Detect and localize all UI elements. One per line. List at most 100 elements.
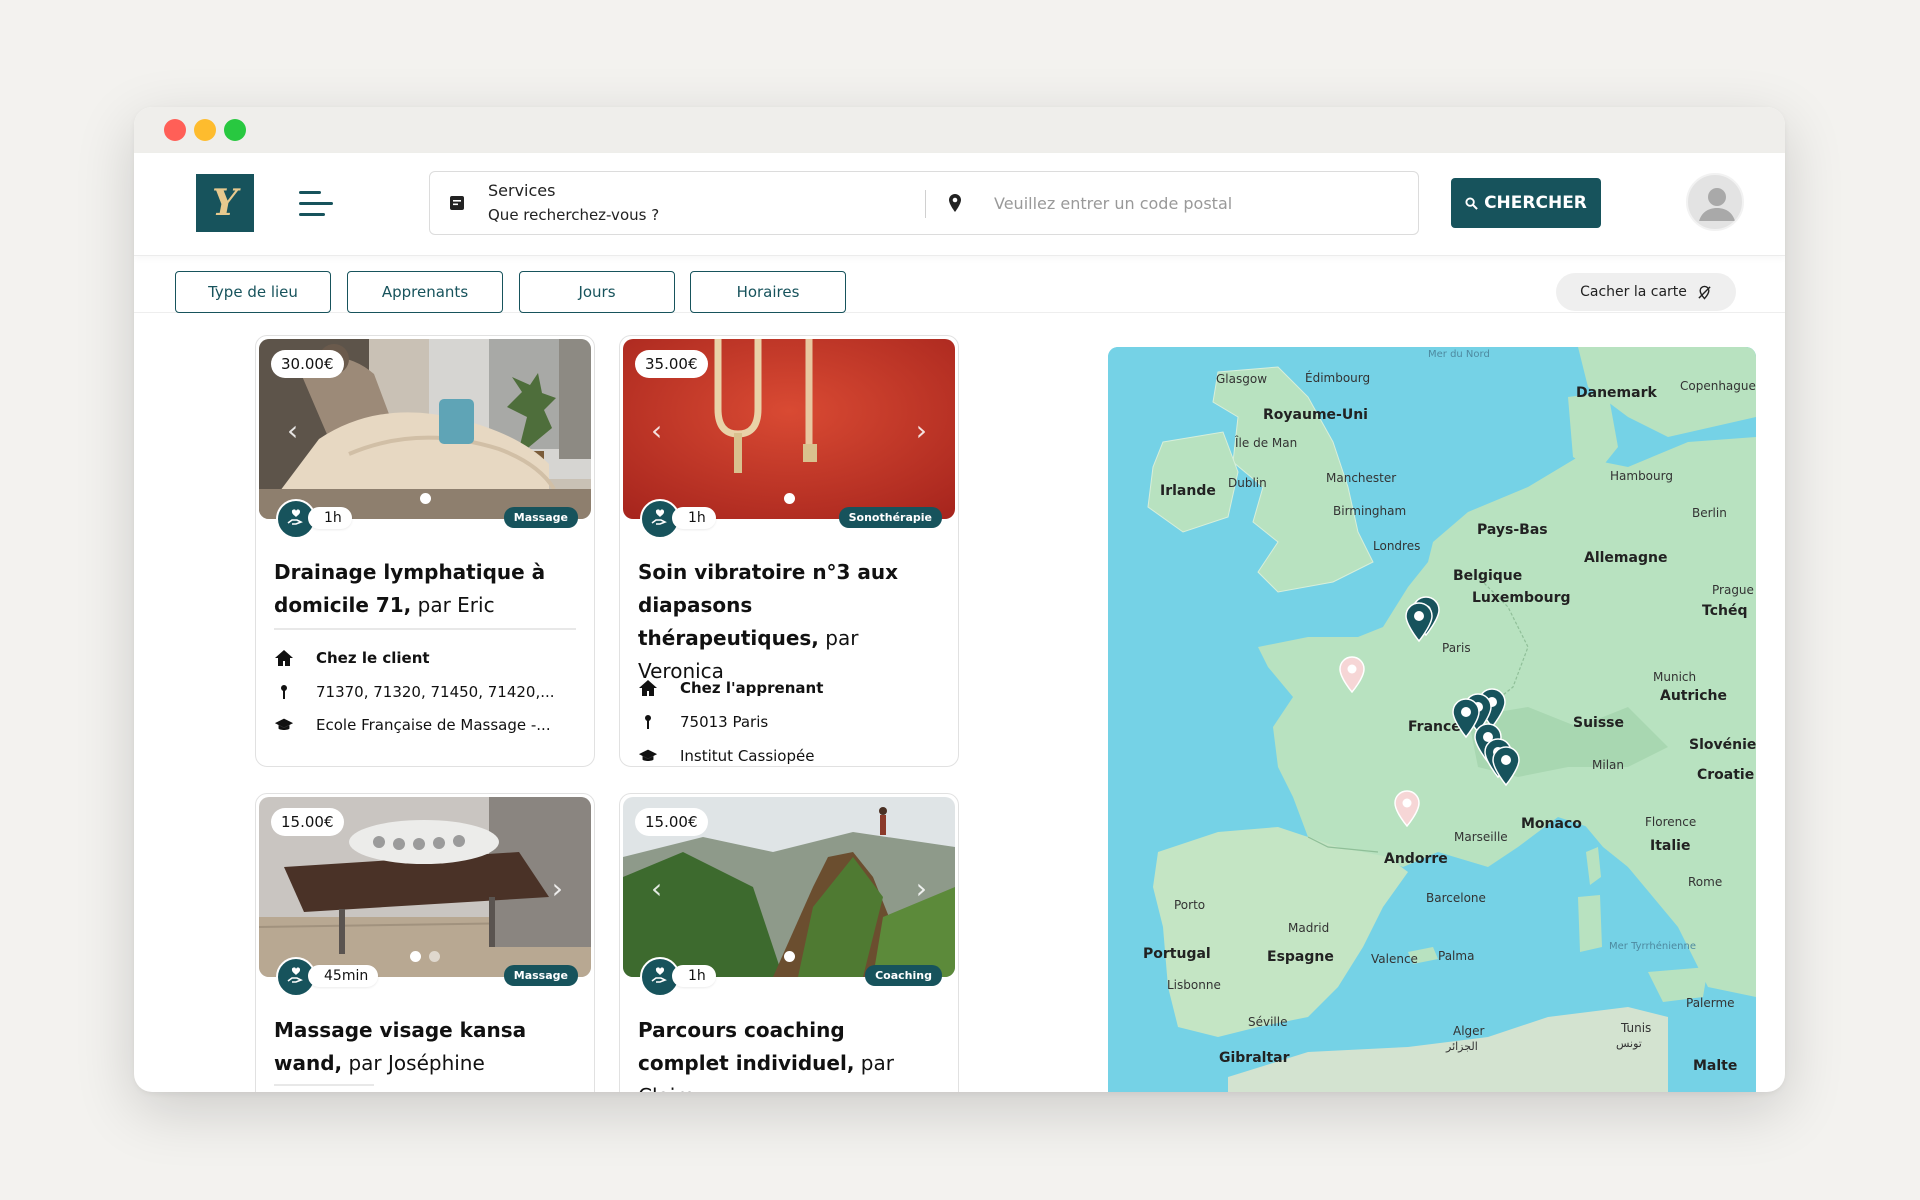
map-label: Porto [1174, 898, 1205, 912]
map-label: Palma [1438, 949, 1474, 963]
carousel-dots [623, 951, 955, 962]
map-label: Slovénie [1689, 737, 1756, 753]
search-button[interactable]: CHERCHER [1451, 178, 1601, 228]
graduation-cap-icon [638, 748, 658, 764]
maximize-window-button[interactable] [224, 119, 246, 141]
map-label: Monaco [1521, 816, 1582, 832]
map-label: تونس [1616, 1037, 1642, 1050]
map-label: Irlande [1160, 483, 1216, 499]
carousel-dots [259, 951, 591, 962]
service-card[interactable]: 35.00€ ‹ › Sonothérapie 1h Soin vibratoi… [619, 335, 959, 767]
card-photo: 15.00€ ‹ › [623, 797, 955, 977]
home-icon [638, 679, 658, 697]
user-icon [1699, 188, 1735, 221]
map-label: Espagne [1267, 949, 1334, 965]
filter-horaires[interactable]: Horaires [690, 271, 846, 313]
service-card[interactable]: 15.00€ › Massage 45min Massage visage ka… [255, 793, 595, 1092]
map-label: Autriche [1660, 688, 1727, 704]
postal-codes: 75013 Paris [680, 713, 769, 731]
home-icon [274, 649, 294, 667]
map-label: Florence [1645, 815, 1696, 829]
map-label: France [1408, 719, 1461, 735]
carousel-dots [623, 493, 955, 504]
map-label: Dublin [1228, 476, 1267, 490]
map-label: Hambourg [1610, 469, 1673, 483]
location-type: Chez le client [316, 649, 430, 667]
service-list-icon [450, 196, 464, 210]
location-type: Chez l'apprenant [680, 679, 824, 697]
card-title[interactable]: Drainage lymphatique à domicile 71, par … [274, 556, 574, 622]
map-label: Copenhague [1680, 379, 1756, 393]
window-titlebar [134, 107, 1785, 153]
card-title-main: Parcours coaching complet individuel, [638, 1018, 855, 1075]
map-label: Royaume-Uni [1263, 407, 1368, 423]
map-label: Manchester [1326, 471, 1396, 485]
service-search-field[interactable]: Que recherchez-vous ? [488, 206, 659, 224]
postal-row: 75013 Paris [638, 713, 768, 731]
filter-apprenants[interactable]: Apprenants [347, 271, 503, 313]
map-label: Alger [1453, 1024, 1485, 1038]
filter-bar: Type de lieu Apprenants Jours Horaires C… [134, 257, 1785, 313]
price-badge: 15.00€ [271, 808, 344, 836]
price-badge: 15.00€ [635, 808, 708, 836]
map-label: Gibraltar [1219, 1050, 1290, 1066]
category-tag: Coaching [865, 965, 942, 986]
card-title[interactable]: Soin vibratoire n°3 aux diapasons thérap… [638, 556, 938, 688]
carousel-dots [259, 493, 591, 504]
filter-type-de-lieu[interactable]: Type de lieu [175, 271, 331, 313]
user-avatar[interactable] [1686, 173, 1744, 231]
results-map[interactable]: Mer du Nord Glasgow Édimbourg Royaume-Un… [1108, 347, 1756, 1092]
pin-icon [638, 714, 658, 730]
map-label: Palerme [1686, 996, 1735, 1010]
carousel-next-icon[interactable]: › [552, 875, 563, 903]
map-label: Italie [1650, 838, 1690, 854]
carousel-prev-icon[interactable]: ‹ [287, 417, 298, 445]
map-label: Londres [1373, 539, 1420, 553]
card-title[interactable]: Parcours coaching complet individuel, pa… [638, 1014, 938, 1092]
search-button-label: CHERCHER [1484, 193, 1587, 213]
carousel-prev-icon[interactable]: ‹ [651, 417, 662, 445]
postal-code-input[interactable] [994, 194, 1394, 213]
postal-row: 71370, 71320, 71450, 71420,... [274, 683, 555, 701]
card-divider [274, 1084, 374, 1086]
carousel-next-icon[interactable]: › [916, 875, 927, 903]
service-card[interactable]: 15.00€ ‹ › Coaching 1h Parcours coaching… [619, 793, 959, 1092]
card-author: par Joséphine [348, 1051, 485, 1075]
minimize-window-button[interactable] [194, 119, 216, 141]
map-label: Île de Man [1234, 435, 1297, 450]
card-photo: 15.00€ › [259, 797, 591, 977]
carousel-prev-icon[interactable]: ‹ [651, 875, 662, 903]
map-label: Allemagne [1584, 550, 1667, 566]
service-card[interactable]: 30.00€ ‹ Massage 1h Drainage lymphatique… [255, 335, 595, 767]
carousel-next-icon[interactable]: › [916, 417, 927, 445]
map-label: الجزائر [1445, 1040, 1478, 1053]
category-tag: Massage [503, 507, 578, 528]
hamburger-menu-icon[interactable] [299, 189, 335, 219]
hide-map-button[interactable]: Cacher la carte [1556, 273, 1736, 311]
map-label: Séville [1248, 1015, 1288, 1029]
map-label: Suisse [1573, 715, 1624, 731]
duration-badge: 1h [672, 965, 716, 987]
map-label: Andorre [1384, 851, 1448, 867]
duration-badge: 1h [308, 507, 352, 529]
close-window-button[interactable] [164, 119, 186, 141]
hide-map-label: Cacher la carte [1580, 284, 1687, 300]
location-type-row: Chez le client [274, 649, 430, 667]
map-label: Lisbonne [1167, 978, 1221, 992]
category-tag: Sonothérapie [838, 507, 942, 528]
location-pin-icon [949, 194, 961, 212]
card-title[interactable]: Massage visage kansa wand, par Joséphine [274, 1014, 574, 1080]
site-logo[interactable]: Y [196, 174, 254, 232]
school-name: Institut Cassiopée [680, 747, 815, 765]
site-header: Y Services Que recherchez-vous ? Veuille… [134, 153, 1785, 256]
map-label: Birmingham [1333, 504, 1406, 518]
location-type-row: Chez l'apprenant [638, 679, 823, 697]
map-label: Croatie [1697, 767, 1754, 783]
school-name: Ecole Française de Massage -... [316, 716, 551, 734]
map-label: Luxembourg [1472, 590, 1571, 606]
map-label: Barcelone [1426, 891, 1486, 905]
map-label: Tunis [1620, 1021, 1651, 1035]
filter-jours[interactable]: Jours [519, 271, 675, 313]
map-label: Paris [1442, 641, 1471, 655]
map-label: Mer du Nord [1428, 349, 1490, 360]
